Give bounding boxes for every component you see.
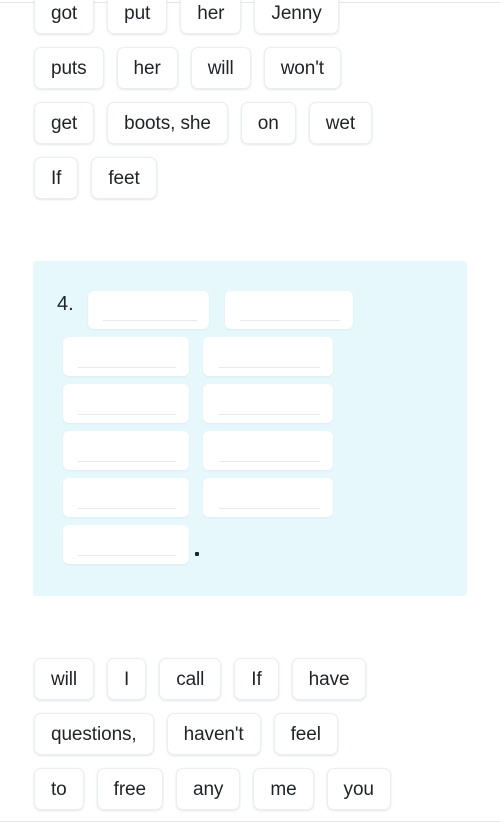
word-chip[interactable]: If [234, 658, 279, 700]
blank-slot[interactable] [203, 478, 333, 517]
word-chip[interactable]: boots, she [107, 102, 228, 144]
blank-slot[interactable] [63, 384, 189, 423]
blank-rule [218, 508, 320, 509]
word-chip[interactable]: her [180, 0, 242, 34]
word-chip[interactable]: feet [91, 157, 157, 199]
bottom-divider [0, 821, 500, 822]
word-chip[interactable]: will [190, 47, 251, 89]
word-chip[interactable]: wet [308, 102, 373, 144]
word-chip[interactable]: will [34, 658, 94, 700]
blank-slot[interactable] [225, 291, 353, 329]
word-chip[interactable]: call [159, 658, 222, 700]
blank-slot[interactable] [63, 525, 189, 564]
blank-slot[interactable] [63, 431, 189, 470]
word-chip[interactable]: to [34, 768, 84, 810]
blank-slot[interactable] [203, 337, 333, 376]
word-chip[interactable]: have [291, 658, 367, 700]
blank-rule [78, 414, 177, 415]
word-chip[interactable]: feel [273, 713, 338, 755]
blank-rule [240, 320, 341, 321]
word-bank-bottom: will I call If have questions, haven't f… [0, 658, 500, 810]
word-chip[interactable]: questions, [34, 713, 154, 755]
word-bank-top-row-4: If feet [34, 157, 466, 199]
word-chip[interactable]: puts [34, 47, 104, 89]
word-chip[interactable]: got [34, 0, 95, 34]
blank-rule [78, 508, 177, 509]
word-bank-bottom-row-3: to free any me you [34, 768, 466, 810]
word-chip[interactable]: get [34, 102, 95, 144]
blank-slot[interactable] [203, 431, 333, 470]
word-chip[interactable]: Jenny [254, 0, 339, 34]
word-bank-top: got put her Jenny puts her will won't ge… [0, 0, 500, 199]
blank-rule [78, 461, 177, 462]
blank-rule [102, 320, 197, 321]
blank-rule [78, 555, 177, 556]
word-chip[interactable]: you [326, 768, 391, 810]
blank-slot[interactable] [63, 478, 189, 517]
blank-slot[interactable] [203, 384, 333, 423]
word-chip[interactable]: her [116, 47, 178, 89]
word-bank-bottom-row-2: questions, haven't feel [34, 713, 466, 755]
word-chip[interactable]: free [96, 768, 163, 810]
word-chip[interactable]: put [107, 0, 168, 34]
word-bank-top-row-2: puts her will won't [34, 47, 466, 89]
word-chip[interactable]: won't [263, 47, 341, 89]
word-bank-top-row-1: got put her Jenny [34, 0, 466, 34]
blank-rule [78, 367, 177, 368]
word-chip[interactable]: I [107, 658, 147, 700]
blank-rule [218, 367, 320, 368]
word-chip[interactable]: haven't [166, 713, 261, 755]
blank-rule [218, 461, 320, 462]
blank-slot[interactable] [88, 291, 209, 329]
answer-panel-question-4: 4. [33, 261, 467, 596]
word-chip[interactable]: on [240, 102, 296, 144]
word-chip[interactable]: any [176, 768, 241, 810]
word-chip[interactable]: If [34, 157, 79, 199]
question-number: 4. [57, 293, 74, 315]
sentence-period [195, 552, 199, 556]
blank-slot[interactable] [63, 337, 189, 376]
word-bank-top-row-3: get boots, she on wet [34, 102, 466, 144]
word-chip[interactable]: me [253, 768, 314, 810]
blank-rule [218, 414, 320, 415]
word-bank-bottom-row-1: will I call If have [34, 658, 466, 700]
